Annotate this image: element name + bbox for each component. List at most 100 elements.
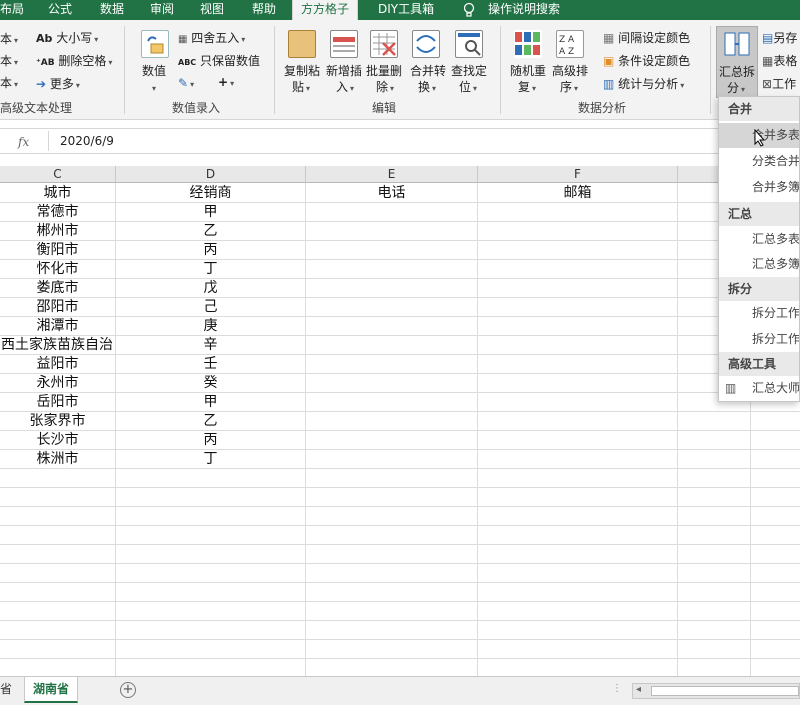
table-row-dealer[interactable]: 壬 — [116, 355, 305, 374]
table-row-dealer[interactable]: 乙 — [116, 412, 305, 431]
sheet-tab-province[interactable]: 省 — [0, 677, 20, 703]
menu-item-merge-workbooks[interactable]: 合并多簿 — [719, 175, 799, 200]
spreadsheet-grid[interactable]: C D E F G 城市 经销商 电话 邮箱 常德市 甲 郴州市 乙 衡阳市 丙… — [0, 166, 800, 676]
edit-tools-button[interactable]: ✎ ▾ — [178, 76, 194, 92]
group-label-number: 数值录入 — [172, 101, 221, 115]
table-row-city[interactable]: 衡阳市 — [0, 241, 115, 260]
advanced-sort-button[interactable]: 高级排 — [552, 64, 588, 78]
table-row-city[interactable]: 长沙市 — [0, 431, 115, 450]
table-row-dealer[interactable]: 己 — [116, 298, 305, 317]
horizontal-scrollbar[interactable]: ◂ — [632, 683, 800, 699]
formula-input[interactable]: 2020/6/9 — [60, 134, 114, 148]
tab-formulas[interactable]: 公式 — [48, 0, 72, 20]
scroll-left-icon[interactable]: ◂ — [636, 684, 641, 695]
table-row-dealer[interactable]: 庚 — [116, 317, 305, 336]
tab-fangfang[interactable]: 方方格子 — [292, 0, 359, 20]
tab-diy-toolbox[interactable]: DIY工具箱 — [378, 0, 434, 20]
interval-color-button[interactable]: ▦ 间隔设定颜色 — [603, 31, 690, 45]
table-row-dealer[interactable]: 丁 — [116, 450, 305, 469]
copy-paste-button-2[interactable]: 贴 ▾ — [292, 80, 310, 96]
menu-item-summary-workbooks[interactable]: 汇总多簿 — [719, 252, 799, 277]
delete-space-button[interactable]: ⁺AB 删除空格 ▾ — [36, 54, 112, 70]
table-row-dealer[interactable]: 癸 — [116, 374, 305, 393]
table-row-dealer[interactable]: 丙 — [116, 241, 305, 260]
table-row-dealer[interactable]: 丁 — [116, 260, 305, 279]
header-email[interactable]: 邮箱 — [478, 184, 677, 203]
function-icon[interactable]: fx — [18, 135, 29, 149]
scrollbar-thumb[interactable] — [651, 686, 799, 696]
stats-analysis-button[interactable]: ▥ 统计与分析 ▾ — [603, 77, 684, 93]
table-row-city[interactable]: 湘潭市 — [0, 317, 115, 336]
table-row-city[interactable]: 永州市 — [0, 374, 115, 393]
column-header-c[interactable]: C — [0, 166, 116, 183]
table-row-city[interactable]: 常德市 — [0, 203, 115, 222]
menu-item-category-merge[interactable]: 分类合并 — [719, 149, 799, 174]
table-row-city[interactable]: 郴州市 — [0, 222, 115, 241]
work-button[interactable]: ⊠工作 — [762, 77, 796, 91]
batch-delete-button-2[interactable]: 除 ▾ — [376, 80, 394, 96]
table-row-city[interactable]: 西土家族苗族自治 — [0, 336, 115, 355]
menu-item-split-workbook[interactable]: 拆分工作簿 — [719, 327, 799, 352]
tab-view[interactable]: 视图 — [200, 0, 224, 20]
table-row-city[interactable]: 邵阳市 — [0, 298, 115, 317]
master-icon: ▥ — [725, 381, 737, 395]
table-row-city[interactable]: 怀化市 — [0, 260, 115, 279]
keep-number-button[interactable]: ABC 只保留数值 — [178, 54, 260, 70]
tab-data[interactable]: 数据 — [100, 0, 124, 20]
column-header-d[interactable]: D — [116, 166, 306, 183]
tab-help[interactable]: 帮助 — [252, 0, 276, 20]
table-row-city[interactable]: 株洲市 — [0, 450, 115, 469]
menu-item-split-sheet[interactable]: 拆分工作表 — [719, 301, 799, 326]
table-row-dealer[interactable]: 甲 — [116, 393, 305, 412]
table-row-dealer[interactable]: 戊 — [116, 279, 305, 298]
table-button[interactable]: ▦表格 — [762, 54, 797, 68]
ribbon-text-2[interactable]: 本 ▾ — [0, 54, 18, 70]
advanced-sort-button-2[interactable]: 序 ▾ — [560, 80, 578, 96]
plus-button[interactable]: + ▾ — [218, 75, 234, 91]
header-dealer[interactable]: 经销商 — [116, 184, 305, 203]
column-header-e[interactable]: E — [306, 166, 478, 183]
sheet-tab-hunan[interactable]: 湖南省 — [24, 677, 79, 703]
menu-item-summary-master[interactable]: ▥ 汇总大师 — [719, 376, 799, 401]
table-row-dealer[interactable]: 乙 — [116, 222, 305, 241]
merge-convert-button[interactable]: 合并转 — [410, 64, 446, 78]
case-button[interactable]: Ab 大小写 ▾ — [36, 31, 98, 47]
value-caret[interactable]: ▾ — [150, 80, 156, 96]
table-row-city[interactable]: 娄底市 — [0, 279, 115, 298]
table-row-dealer[interactable]: 丙 — [116, 431, 305, 450]
column-header-f[interactable]: F — [478, 166, 678, 183]
ribbon-text-3[interactable]: 本 ▾ — [0, 76, 18, 92]
merge-convert-button-2[interactable]: 换 ▾ — [418, 80, 436, 96]
conditional-color-button[interactable]: ▣ 条件设定颜色 — [603, 54, 690, 68]
table-row-city[interactable]: 益阳市 — [0, 355, 115, 374]
ribbon-text-1[interactable]: 本 ▾ — [0, 32, 18, 48]
table-row-dealer[interactable]: 辛 — [116, 336, 305, 355]
summary-split-button[interactable]: 汇总拆 分 ▾ — [716, 26, 758, 98]
find-locate-button-2[interactable]: 位 ▾ — [459, 80, 477, 96]
mouse-cursor-icon — [754, 128, 766, 151]
menu-section-split: 拆分 — [719, 277, 799, 301]
table-row-city[interactable]: 岳阳市 — [0, 393, 115, 412]
tab-review[interactable]: 审阅 — [150, 0, 174, 20]
value-button[interactable]: 数值 — [142, 64, 166, 78]
round-button[interactable]: ▦ 四舍五入 ▾ — [178, 31, 245, 47]
more-button[interactable]: ➔ 更多 ▾ — [36, 77, 80, 93]
add-sheet-button[interactable]: + — [120, 682, 136, 698]
save-as-button[interactable]: ▤另存 — [762, 31, 797, 45]
random-repeat-button-2[interactable]: 复 ▾ — [518, 80, 536, 96]
menu-item-summary-sheets[interactable]: 汇总多表 — [719, 227, 799, 252]
condition-color-icon: ▣ — [603, 54, 615, 68]
header-city[interactable]: 城市 — [0, 184, 115, 203]
table-row-city[interactable]: 张家界市 — [0, 412, 115, 431]
find-locate-icon — [455, 30, 483, 58]
batch-delete-button[interactable]: 批量删 — [366, 64, 402, 78]
header-phone[interactable]: 电话 — [306, 184, 477, 203]
tab-layout[interactable]: 布局 — [0, 0, 24, 20]
copy-paste-button[interactable]: 复制粘 — [284, 64, 320, 78]
table-row-dealer[interactable]: 甲 — [116, 203, 305, 222]
insert-button-2[interactable]: 入 ▾ — [336, 80, 354, 96]
tab-tell-me[interactable]: 操作说明搜索 — [488, 0, 560, 20]
random-repeat-button[interactable]: 随机重 — [510, 64, 546, 78]
find-locate-button[interactable]: 查找定 — [451, 64, 487, 78]
insert-button[interactable]: 新增插 — [326, 64, 362, 78]
